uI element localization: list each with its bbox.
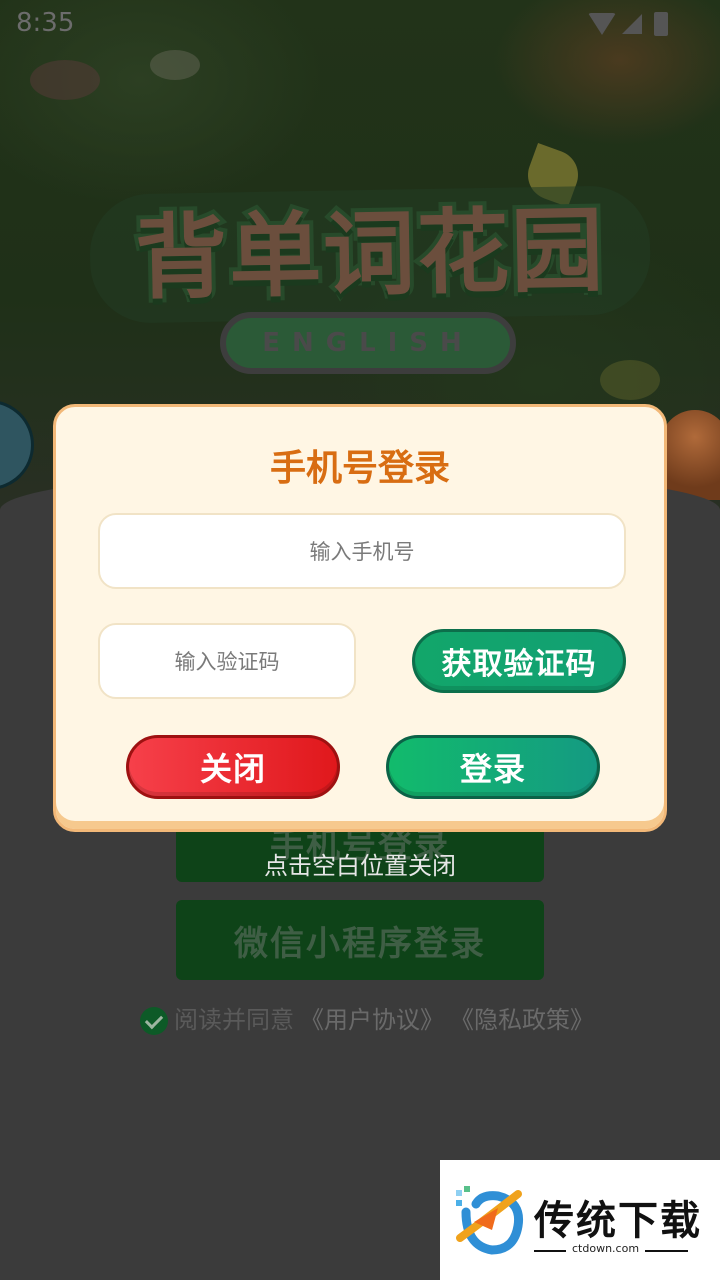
app-logo-subtitle: ENGLISH (220, 312, 516, 374)
wechat-miniprogram-login-button: 微信小程序登录 (176, 900, 544, 980)
tap-outside-to-close-hint[interactable]: 点击空白位置关闭 (0, 846, 720, 881)
dialog-title: 手机号登录 (269, 448, 450, 489)
battery-icon (654, 12, 668, 36)
status-time: 8:35 (16, 8, 75, 38)
butterfly-decoration (0, 400, 34, 490)
flower-decoration (30, 60, 100, 100)
wifi-icon (588, 13, 616, 35)
status-icons (588, 12, 668, 36)
watermark-name: 传统下载 (534, 1198, 702, 1244)
flower-decoration (600, 360, 660, 400)
status-bar: 8:35 (0, 0, 720, 48)
flower-decoration (150, 50, 200, 80)
checkmark-icon (140, 1006, 168, 1035)
watermark: 传统下载 ctdown.com (440, 1160, 720, 1280)
phone-number-input[interactable]: 输入手机号 (98, 513, 626, 589)
agreement-row: 阅读并同意 《用户协议》 《隐私政策》 (140, 1000, 594, 1035)
verification-code-input[interactable]: 输入验证码 (98, 623, 356, 699)
app-logo-title: 背单词花园 (69, 175, 671, 318)
privacy-policy-link: 《隐私政策》 (450, 1006, 594, 1034)
mushroom-decoration (660, 410, 720, 500)
close-button[interactable]: 关闭 (126, 735, 340, 799)
phone-login-dialog: 手机号登录 输入手机号 输入验证码 获取验证码 关闭 登录 (53, 404, 667, 832)
login-button[interactable]: 登录 (386, 735, 600, 799)
watermark-domain: ctdown.com (566, 1242, 646, 1255)
user-agreement-link: 《用户协议》 (300, 1006, 444, 1034)
signal-icon (622, 14, 642, 34)
watermark-logo-icon (456, 1186, 524, 1255)
agreement-prefix: 阅读并同意 (174, 1006, 294, 1034)
get-code-button[interactable]: 获取验证码 (412, 629, 626, 693)
